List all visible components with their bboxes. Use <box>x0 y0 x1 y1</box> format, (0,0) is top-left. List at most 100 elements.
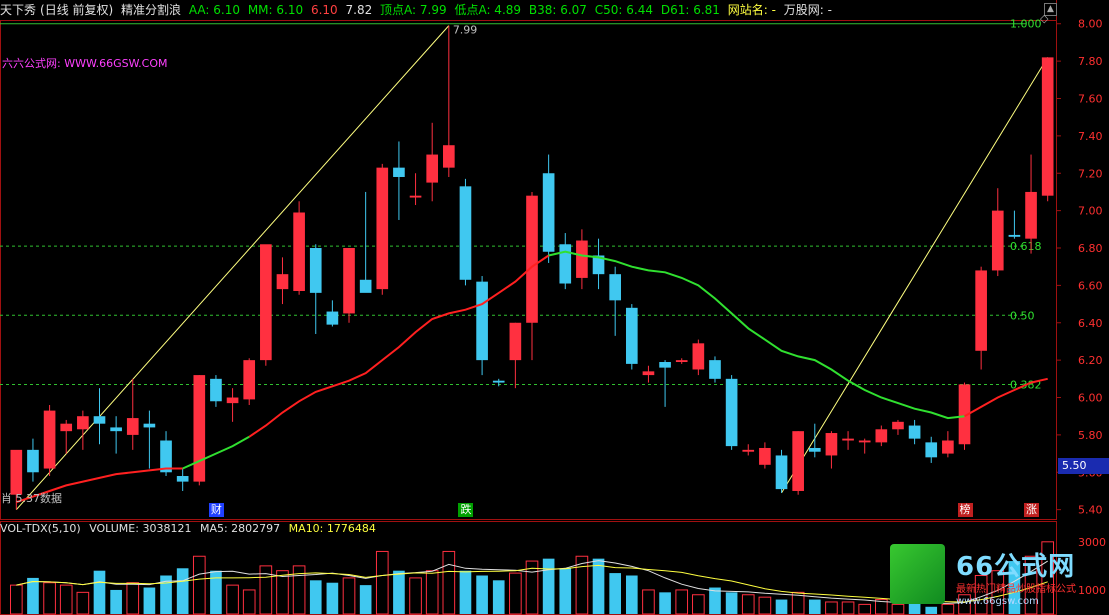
volume-bar[interactable] <box>359 585 372 614</box>
candle-body[interactable] <box>293 212 305 291</box>
candle-body[interactable] <box>359 279 372 293</box>
volume-bar[interactable] <box>43 582 56 615</box>
candle-body[interactable] <box>376 167 389 290</box>
candle-body[interactable] <box>542 173 555 252</box>
candle-body[interactable] <box>625 307 638 364</box>
candle-body[interactable] <box>908 425 921 439</box>
volume-bar[interactable] <box>309 580 322 614</box>
candle-body[interactable] <box>126 418 139 435</box>
indicator-name[interactable]: 精准分割浪 <box>121 3 181 17</box>
volume-bar[interactable] <box>210 570 222 614</box>
volume-bar[interactable] <box>492 580 505 614</box>
volume-bar[interactable] <box>409 577 422 615</box>
candle-body[interactable] <box>492 380 505 383</box>
candle-body[interactable] <box>858 440 871 443</box>
candle-body[interactable] <box>742 449 755 452</box>
candle-body[interactable] <box>808 447 821 452</box>
candle-body[interactable] <box>193 375 206 482</box>
candle-body[interactable] <box>27 449 39 473</box>
candle-body[interactable] <box>675 360 688 363</box>
candle-body[interactable] <box>476 281 488 361</box>
candle-body[interactable] <box>991 210 1004 271</box>
volume-bar[interactable] <box>110 589 122 614</box>
candle-body[interactable] <box>426 154 439 183</box>
candle-body[interactable] <box>725 378 738 447</box>
candle-body[interactable] <box>43 410 56 469</box>
volume-bar[interactable] <box>692 594 705 615</box>
candle-body[interactable] <box>10 449 23 495</box>
volume-bar[interactable] <box>259 565 273 615</box>
event-marker[interactable]: 涨 <box>1024 503 1040 517</box>
volume-bar[interactable] <box>808 599 821 614</box>
volume-bar[interactable] <box>758 596 772 615</box>
volume-bar[interactable] <box>126 582 140 615</box>
volume-bar[interactable] <box>625 575 638 615</box>
candle-body[interactable] <box>759 447 771 465</box>
candle-body[interactable] <box>60 423 73 432</box>
candle-body[interactable] <box>825 433 838 456</box>
candle-body[interactable] <box>925 442 938 458</box>
volume-bar[interactable] <box>226 584 239 615</box>
volume-bar[interactable] <box>725 592 738 614</box>
volume-indicator-name[interactable]: VOL-TDX(5,10) <box>0 522 81 535</box>
volume-bar[interactable] <box>542 558 555 614</box>
candle-body[interactable] <box>576 240 588 278</box>
candle-body[interactable] <box>393 167 405 177</box>
candle-body[interactable] <box>792 431 804 491</box>
volume-bar[interactable] <box>276 570 289 615</box>
event-marker[interactable]: 财 <box>208 503 224 517</box>
volume-bar[interactable] <box>609 573 621 614</box>
period-label[interactable]: (日线 前复权) <box>40 3 113 17</box>
volume-bar[interactable] <box>559 568 572 614</box>
candle-body[interactable] <box>642 371 655 376</box>
price-chart[interactable]: 8.00 7.80 7.60 7.40 7.20 7.00 6.80 6.60 6.40 6.20… <box>0 0 1109 520</box>
volume-bar[interactable] <box>775 599 788 614</box>
volume-bar[interactable] <box>27 577 39 614</box>
candle-body[interactable] <box>1008 234 1021 237</box>
volume-bar[interactable] <box>93 570 106 614</box>
candle-body[interactable] <box>775 455 788 490</box>
volume-bar[interactable] <box>192 555 206 615</box>
candle-body[interactable] <box>526 195 538 323</box>
candle-body[interactable] <box>210 378 222 402</box>
volume-bar[interactable] <box>326 582 339 614</box>
candle-body[interactable] <box>260 244 272 361</box>
volume-bar[interactable] <box>841 601 855 615</box>
candle-body[interactable] <box>559 244 572 284</box>
candle-body[interactable] <box>93 416 106 424</box>
candle-body[interactable] <box>659 362 671 368</box>
volume-bar[interactable] <box>59 584 73 615</box>
candle-body[interactable] <box>276 274 289 290</box>
candle-body[interactable] <box>842 438 854 441</box>
candle-body[interactable] <box>609 274 621 301</box>
volume-bar[interactable] <box>375 550 389 615</box>
volume-bar[interactable] <box>342 577 356 615</box>
candle-body[interactable] <box>975 270 987 351</box>
candle-body[interactable] <box>692 343 705 370</box>
volume-bar[interactable] <box>509 572 522 615</box>
candle-body[interactable] <box>1041 57 1054 196</box>
candle-body[interactable] <box>892 421 904 430</box>
volume-bar[interactable] <box>675 589 689 615</box>
event-marker[interactable]: 跌 <box>458 503 474 517</box>
candle-body[interactable] <box>226 397 239 404</box>
candle-body[interactable] <box>243 360 256 400</box>
candle-body[interactable] <box>110 427 122 432</box>
candle-body[interactable] <box>875 429 888 443</box>
candle-body[interactable] <box>326 311 339 325</box>
candle-body[interactable] <box>443 145 455 168</box>
candle-body[interactable] <box>709 360 721 379</box>
volume-bar[interactable] <box>741 594 755 615</box>
event-marker[interactable]: 榜 <box>957 503 973 517</box>
volume-bar[interactable] <box>9 584 23 615</box>
candle-body[interactable] <box>942 440 954 454</box>
candle-body[interactable] <box>343 248 355 314</box>
candle-body[interactable] <box>77 416 89 430</box>
volume-bar[interactable] <box>176 568 189 614</box>
volume-bar[interactable] <box>242 589 256 615</box>
candle-body[interactable] <box>176 476 189 482</box>
volume-bar[interactable] <box>592 558 605 614</box>
candle-body[interactable] <box>143 423 156 428</box>
volume-bar[interactable] <box>825 601 838 615</box>
volume-bar[interactable] <box>442 550 456 615</box>
